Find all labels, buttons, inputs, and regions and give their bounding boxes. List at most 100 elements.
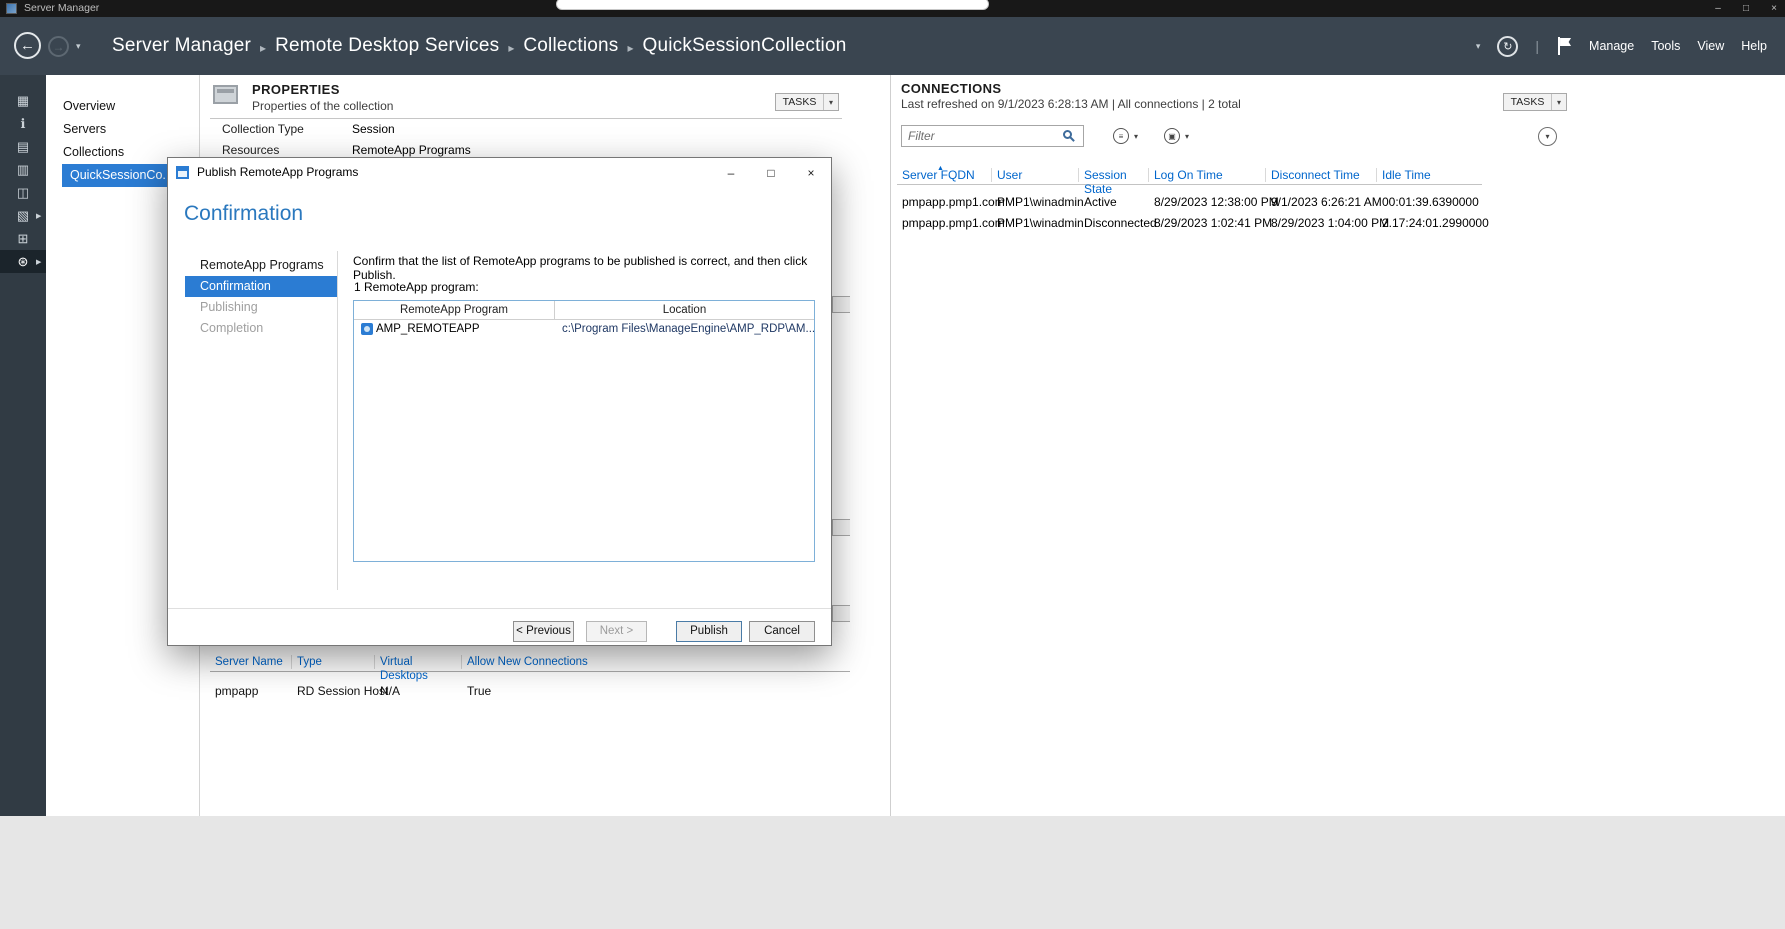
dialog-close-icon[interactable]: × — [791, 158, 831, 187]
wizard-heading: Confirmation — [184, 202, 303, 226]
window-titlebar: Server Manager – □ × — [0, 0, 1785, 17]
cell-user: PMP1\winadmin — [997, 213, 1084, 234]
notifications-flag-icon[interactable] — [1556, 37, 1572, 55]
obscured-tasks-button-fragment — [832, 605, 850, 622]
menu-help[interactable]: Help — [1741, 39, 1767, 53]
column-header-disconnect-time[interactable]: Disconnect Time — [1266, 168, 1377, 182]
dialog-title: Publish RemoteApp Programs — [197, 158, 358, 187]
cancel-button[interactable]: Cancel — [749, 621, 815, 642]
window-title: Server Manager — [24, 0, 99, 17]
connections-status: Last refreshed on 9/1/2023 6:28:13 AM | … — [901, 97, 1241, 111]
column-header-session-state[interactable]: Session State — [1079, 168, 1149, 182]
column-header-server-name[interactable]: Server Name — [210, 655, 292, 669]
close-icon[interactable]: × — [1767, 3, 1781, 14]
breadcrumb-collections[interactable]: Collections — [523, 35, 618, 57]
chevron-down-icon: ▾ — [1134, 132, 1138, 141]
chevron-down-icon: ▾ — [824, 98, 838, 107]
connections-table-header: Server FQDN ▲ User Session State Log On … — [897, 166, 1482, 185]
cell-server-fqdn: pmpapp.pmp1.com — [902, 192, 1005, 213]
file-storage-services-icon[interactable]: ▥ — [0, 158, 46, 181]
program-count-label: 1 RemoteApp program: — [354, 280, 479, 294]
properties-subtitle: Properties of the collection — [252, 99, 393, 113]
cell-allow-new-connections: True — [467, 681, 491, 701]
step-remoteapp-programs[interactable]: RemoteApp Programs — [185, 255, 337, 276]
back-button[interactable]: ← — [14, 32, 41, 59]
dialog-maximize-icon[interactable]: □ — [751, 158, 791, 187]
dashboard-icon[interactable]: ▦ — [0, 89, 46, 112]
step-confirmation[interactable]: Confirmation — [185, 276, 337, 297]
back-arrow-icon: ← — [20, 37, 35, 54]
cell-program-name: AMP_REMOTEAPP — [376, 323, 480, 335]
forward-button[interactable]: → — [48, 36, 69, 57]
breadcrumb-server-manager[interactable]: Server Manager — [112, 35, 251, 57]
wizard-instruction: Confirm that the list of RemoteApp progr… — [353, 254, 823, 282]
filter-input[interactable] — [901, 125, 1084, 147]
previous-button[interactable]: < Previous — [513, 621, 574, 642]
cell-type: RD Session Host — [297, 681, 388, 701]
query-list-button[interactable]: ≡ ▾ — [1113, 125, 1138, 147]
column-header-idle-time[interactable]: Idle Time — [1377, 168, 1477, 182]
column-header-type[interactable]: Type — [292, 655, 375, 669]
expand-arrow-icon[interactable]: ▶ — [36, 258, 41, 266]
breadcrumb-rds[interactable]: Remote Desktop Services — [275, 35, 499, 57]
nav-divider: | — [1535, 38, 1539, 54]
steps-divider — [337, 251, 338, 590]
table-row[interactable]: pmpapp.pmp1.com PMP1\winadmin Active 8/2… — [897, 192, 1597, 213]
maximize-icon[interactable]: □ — [1739, 3, 1753, 14]
cell-virtual-desktops: N/A — [380, 681, 400, 701]
breadcrumb-separator-icon: ▸ — [627, 41, 633, 55]
features-icon[interactable]: ⊞ — [0, 227, 46, 250]
remote-desktop-services-icon[interactable]: ⊛ ▶ — [0, 250, 46, 273]
breadcrumb-quicksessioncollection[interactable]: QuickSessionCollection — [643, 35, 847, 57]
local-server-icon[interactable]: ℹ — [0, 112, 46, 135]
column-header-allow-new-connections[interactable]: Allow New Connections — [462, 655, 602, 669]
publish-button[interactable]: Publish — [676, 621, 742, 642]
table-row[interactable]: AMP_REMOTEAPP c:\Program Files\ManageEng… — [354, 320, 814, 338]
sidebar-item-overview[interactable]: Overview — [46, 95, 199, 118]
properties-tasks-button[interactable]: TASKS ▾ — [775, 93, 839, 111]
properties-title: PROPERTIES — [252, 82, 340, 97]
cell-log-on-time: 8/29/2023 12:38:00 PM — [1154, 192, 1279, 213]
save-query-button[interactable]: ▣ ▾ — [1164, 125, 1189, 147]
next-button: Next > — [586, 621, 647, 642]
cell-server-fqdn: pmpapp.pmp1.com — [902, 213, 1005, 234]
dialog-titlebar[interactable]: Publish RemoteApp Programs – □ × — [168, 158, 831, 187]
column-header-server-fqdn[interactable]: Server FQDN ▲ — [897, 168, 992, 182]
dialog-minimize-icon[interactable]: – — [711, 158, 751, 187]
sidebar-item-servers[interactable]: Servers — [46, 118, 199, 141]
ad-users-icon[interactable]: ◫ — [0, 181, 46, 204]
cell-session-state: Active — [1084, 192, 1117, 213]
property-value: Session — [352, 119, 395, 140]
table-row[interactable]: pmpapp.pmp1.com PMP1\winadmin Disconnect… — [897, 213, 1597, 234]
property-label: Collection Type — [222, 119, 304, 140]
menu-view[interactable]: View — [1697, 39, 1724, 53]
column-header-user[interactable]: User — [992, 168, 1079, 182]
obscured-tasks-button-fragment — [832, 296, 850, 313]
connections-tasks-button[interactable]: TASKS ▾ — [1503, 93, 1567, 111]
history-dropdown-icon[interactable]: ▾ — [76, 41, 81, 52]
refresh-button[interactable]: ↻ — [1497, 36, 1518, 57]
notifications-dropdown-icon[interactable]: ▾ — [1476, 41, 1481, 52]
column-header-remoteapp-program[interactable]: RemoteApp Program — [354, 301, 555, 319]
floating-search-bar[interactable] — [556, 0, 989, 10]
column-header-log-on-time[interactable]: Log On Time — [1149, 168, 1266, 182]
collapse-panel-button[interactable]: ▾ — [1538, 127, 1557, 146]
chevron-down-icon: ▾ — [1545, 132, 1549, 141]
cell-user: PMP1\winadmin — [997, 192, 1084, 213]
cell-idle-time: 00:01:39.6390000 — [1382, 192, 1479, 213]
menu-manage[interactable]: Manage — [1589, 39, 1634, 53]
left-icon-strip: ▦ ℹ ▤ ▥ ◫ ▧ ▶ ⊞ ⊛ ▶ — [0, 75, 46, 816]
properties-panel-icon — [213, 85, 238, 104]
table-row[interactable]: pmpapp RD Session Host N/A True — [210, 681, 850, 701]
expand-arrow-icon[interactable]: ▶ — [36, 212, 41, 220]
roles-icon[interactable]: ▧ ▶ — [0, 204, 46, 227]
step-completion: Completion — [185, 318, 337, 339]
column-header-location[interactable]: Location — [555, 301, 814, 319]
search-icon — [1063, 130, 1072, 139]
all-servers-icon[interactable]: ▤ — [0, 135, 46, 158]
column-header-virtual-desktops[interactable]: Virtual Desktops — [375, 655, 462, 669]
menu-tools[interactable]: Tools — [1651, 39, 1680, 53]
minimize-icon[interactable]: – — [1711, 3, 1725, 14]
cell-log-on-time: 8/29/2023 1:02:41 PM — [1154, 213, 1272, 234]
buttons-divider — [168, 608, 831, 609]
